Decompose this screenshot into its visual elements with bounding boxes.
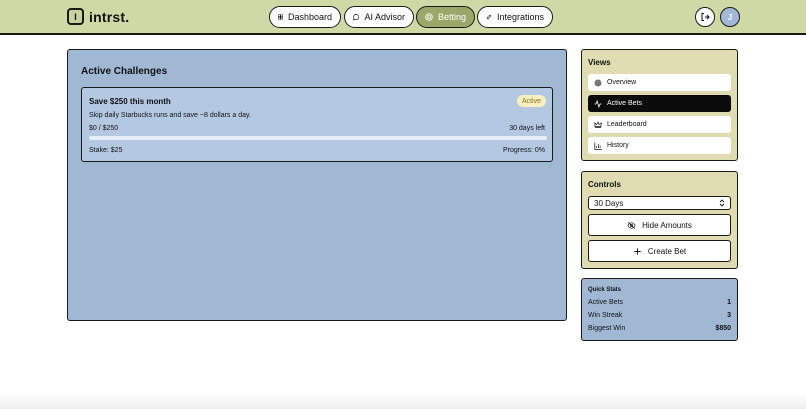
- quick-stats-title: Quick Stats: [588, 287, 622, 293]
- app-name: intrst.: [89, 9, 130, 25]
- nav-integrations[interactable]: Integrations: [477, 6, 553, 28]
- nav-dashboard-label: Dashboard: [287, 12, 332, 22]
- period-select[interactable]: 30 Days: [588, 196, 731, 210]
- logout-icon: [701, 13, 710, 21]
- eye-off-icon: [627, 221, 636, 229]
- view-overview[interactable]: Overview: [588, 74, 731, 91]
- stat-label: Active Bets: [588, 299, 624, 306]
- stat-label: Win Streak: [588, 312, 623, 319]
- view-history[interactable]: History: [588, 137, 731, 154]
- view-active-bets-label: Active Bets: [607, 100, 643, 107]
- crown-icon: [594, 120, 602, 128]
- logout-button[interactable]: [695, 7, 715, 27]
- view-overview-label: Overview: [607, 79, 637, 86]
- avatar[interactable]: J: [720, 7, 740, 27]
- circle-icon: [594, 79, 602, 86]
- status-badge: Active: [516, 95, 546, 107]
- stat-row: Biggest Win $850: [588, 325, 731, 332]
- nav-betting-label: Betting: [437, 12, 466, 22]
- challenge-amount: $0 / $250: [89, 125, 119, 132]
- controls-panel: Controls 30 Days Hide Amounts Create Bet: [581, 171, 738, 269]
- nav-ai-advisor[interactable]: AI Advisor: [344, 6, 414, 28]
- challenges-panel: Active Challenges Save $250 this month A…: [67, 49, 567, 321]
- nav-ai-advisor-label: AI Advisor: [364, 12, 405, 22]
- page-title: Active Challenges: [81, 66, 168, 77]
- challenge-days-left: 30 days left: [509, 125, 545, 132]
- stat-value: $850: [715, 325, 731, 332]
- stat-value: 3: [727, 312, 731, 319]
- nav-integrations-label: Integrations: [496, 12, 544, 22]
- chat-icon: [353, 14, 360, 21]
- view-history-label: History: [607, 142, 629, 149]
- select-arrows-icon: [719, 199, 725, 207]
- dashboard-icon: [278, 14, 283, 20]
- link-icon: [486, 14, 492, 20]
- create-bet-label: Create Bet: [647, 246, 687, 256]
- activity-icon: [594, 99, 602, 108]
- views-title: Views: [588, 58, 611, 67]
- create-bet-button[interactable]: Create Bet: [588, 240, 731, 262]
- stat-value: 1: [727, 299, 731, 306]
- period-select-value: 30 Days: [594, 198, 624, 208]
- challenge-title: Save $250 this month: [89, 97, 171, 106]
- logo-mark: I: [67, 8, 84, 25]
- nav-betting[interactable]: Betting: [416, 6, 475, 28]
- page-footer-fade: [0, 395, 806, 409]
- challenge-stake: Stake: $25: [89, 147, 123, 154]
- hide-amounts-label: Hide Amounts: [642, 220, 692, 230]
- quick-stats-panel: Quick Stats Active Bets 1 Win Streak 3 B…: [581, 278, 738, 341]
- view-leaderboard-label: Leaderboard: [607, 121, 647, 128]
- view-leaderboard[interactable]: Leaderboard: [588, 116, 731, 133]
- challenge-progress-label: Progress: 0%: [502, 147, 545, 154]
- bar-chart-icon: [594, 142, 602, 150]
- top-bar: I intrst. Dashboard AI Advisor Betting I…: [0, 0, 806, 35]
- plus-icon: [634, 247, 641, 255]
- stat-label: Biggest Win: [588, 325, 626, 332]
- target-icon: [425, 13, 433, 21]
- challenge-progress-bar: [89, 136, 547, 140]
- challenge-card[interactable]: Save $250 this month Active Skip daily S…: [81, 87, 553, 162]
- challenge-description: Skip daily Starbucks runs and save ~8 do…: [89, 112, 251, 119]
- view-active-bets[interactable]: Active Bets: [588, 95, 731, 112]
- controls-title: Controls: [588, 180, 621, 189]
- nav-dashboard[interactable]: Dashboard: [269, 6, 341, 28]
- stat-row: Active Bets 1: [588, 299, 731, 306]
- stat-row: Win Streak 3: [588, 312, 731, 319]
- hide-amounts-button[interactable]: Hide Amounts: [588, 214, 731, 236]
- views-panel: Views Overview Active Bets Leaderboard H…: [581, 49, 738, 161]
